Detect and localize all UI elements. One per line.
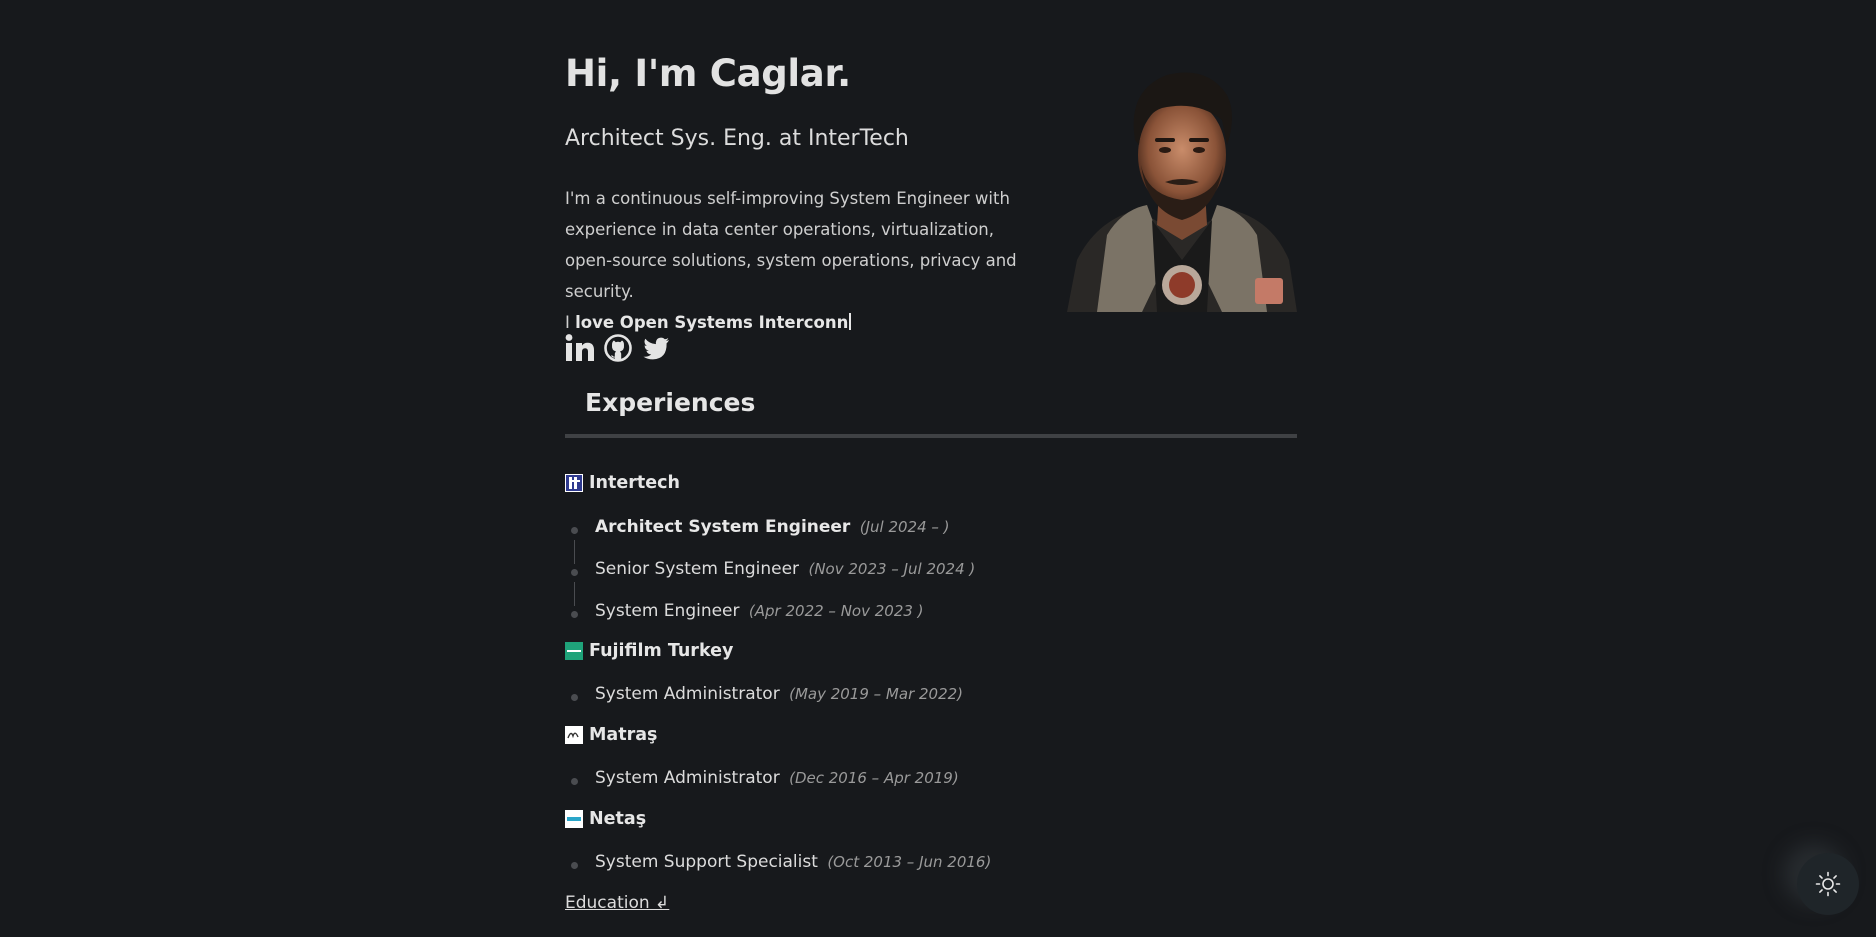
- github-icon: [604, 334, 632, 362]
- job-subtitle: Architect Sys. Eng. at InterTech: [565, 126, 909, 151]
- timeline-dot: [571, 694, 578, 701]
- social-links: [565, 333, 671, 363]
- education-link[interactable]: Education ↲: [565, 893, 669, 913]
- typing-cursor: [849, 313, 852, 330]
- fujifilm-logo: [565, 642, 583, 660]
- bio-paragraph: I'm a continuous self-improving System E…: [565, 183, 1035, 338]
- timeline-dot: [571, 862, 578, 869]
- role-title: Senior System Engineer: [595, 559, 800, 579]
- company-name: Intertech: [589, 473, 680, 493]
- role-dates: (Jul 2024 – ): [859, 518, 950, 536]
- page-title: Hi, I'm Caglar.: [565, 52, 851, 95]
- linkedin-link[interactable]: [565, 333, 595, 363]
- github-link[interactable]: [603, 333, 633, 363]
- twitter-icon: [643, 337, 669, 360]
- role-title: System Support Specialist: [595, 852, 818, 872]
- role-dates: (Apr 2022 – Nov 2023 ): [748, 602, 924, 620]
- role-title: System Administrator: [595, 684, 780, 704]
- timeline-dot: [571, 611, 578, 618]
- role-item: System Administrator (Dec 2016 – Apr 201…: [595, 768, 959, 788]
- role-item: Architect System Engineer (Jul 2024 – ): [595, 517, 950, 537]
- bio-text: I'm a continuous self-improving System E…: [565, 189, 1017, 301]
- company-matras: Matraş: [565, 725, 657, 745]
- role-item: Senior System Engineer (Nov 2023 – Jul 2…: [595, 559, 975, 579]
- role-dates: (Oct 2013 – Jun 2016): [827, 853, 992, 871]
- role-dates: (Nov 2023 – Jul 2024 ): [808, 560, 976, 578]
- timeline-dot: [571, 778, 578, 785]
- avatar-illustration: [1067, 60, 1297, 312]
- company-name: Netaş: [589, 809, 647, 829]
- role-title: Architect System Engineer: [595, 517, 851, 537]
- timeline-dot: [571, 527, 578, 534]
- role-title: System Engineer: [595, 601, 740, 621]
- timeline-line: [573, 582, 575, 606]
- role-item: System Administrator (May 2019 – Mar 202…: [595, 684, 963, 704]
- avatar: [1067, 60, 1297, 312]
- twitter-link[interactable]: [641, 333, 671, 363]
- timeline-line: [573, 540, 575, 564]
- timeline-dot: [571, 569, 578, 576]
- theme-toggle-button[interactable]: [1797, 853, 1859, 915]
- main-content: Hi, I'm Caglar. Architect Sys. Eng. at I…: [565, 0, 1297, 913]
- company-intertech: Intertech: [565, 473, 680, 493]
- linkedin-icon: [565, 334, 594, 361]
- hero-section: Hi, I'm Caglar. Architect Sys. Eng. at I…: [565, 0, 1297, 370]
- role-title: System Administrator: [595, 768, 780, 788]
- role-item: System Support Specialist (Oct 2013 – Ju…: [595, 852, 991, 872]
- intertech-logo: [565, 474, 583, 492]
- experiences-heading: Experiences: [585, 388, 756, 417]
- matras-logo: [565, 726, 583, 744]
- typewriter-text: love Open Systems Interconn: [575, 313, 849, 332]
- netas-logo: [565, 810, 583, 828]
- typing-prefix: I: [565, 313, 570, 332]
- company-fujifilm: Fujifilm Turkey: [565, 641, 733, 661]
- section-divider: [565, 434, 1297, 438]
- role-item: System Engineer (Apr 2022 – Nov 2023 ): [595, 601, 924, 621]
- company-name: Fujifilm Turkey: [589, 641, 734, 661]
- company-netas: Netaş: [565, 809, 646, 829]
- company-name: Matraş: [589, 725, 658, 745]
- sun-icon: [1815, 871, 1841, 897]
- role-dates: (May 2019 – Mar 2022): [789, 685, 964, 703]
- role-dates: (Dec 2016 – Apr 2019): [789, 769, 959, 787]
